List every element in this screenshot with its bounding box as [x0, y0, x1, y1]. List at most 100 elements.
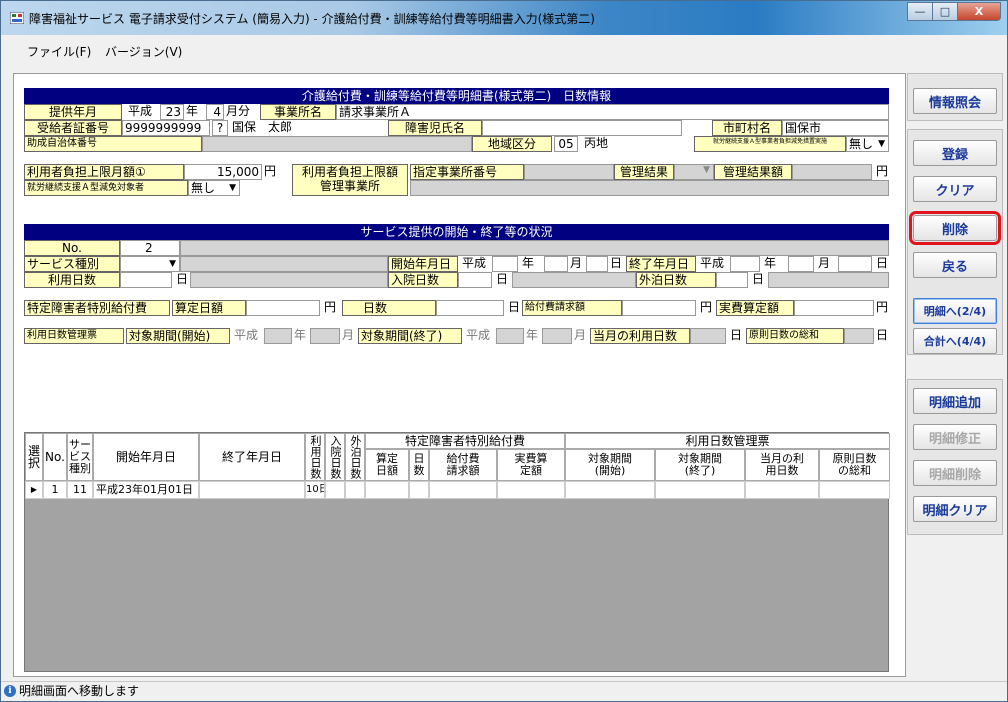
overnight-days-field[interactable]	[716, 272, 748, 288]
close-button[interactable]: X	[957, 2, 1001, 21]
a-type-select[interactable]: 無し ▼	[188, 180, 240, 196]
year-unit: 年	[186, 104, 199, 118]
limit-office-label: 利用者負担上限額 管理事業所	[292, 164, 408, 196]
table-row-period-end[interactable]	[655, 481, 745, 499]
period-start-month	[310, 328, 340, 344]
hosp-days-label: 入院日数	[388, 272, 458, 288]
designated-no-label: 指定事業所番号	[410, 164, 524, 180]
col-calc-daily: 算定日額	[365, 449, 409, 481]
benefit-claim-yen: 円	[700, 300, 713, 314]
no-row-filler	[180, 240, 889, 256]
table-row-calc-daily[interactable]	[365, 481, 409, 499]
recipient-no-label: 受給者証番号	[24, 120, 122, 136]
exempt-label: 就労継続支援Ａ型事業者負担減免措置実施	[694, 136, 846, 152]
office-name-field[interactable]: 請求事業所Ａ	[336, 104, 889, 120]
period-end-month-unit: 月	[574, 328, 587, 342]
table-row-days[interactable]	[409, 481, 429, 499]
side-group-detail: 明細追加 明細修正 明細削除 明細クリア	[907, 379, 1003, 535]
service-type-select[interactable]: ▼	[120, 256, 180, 272]
child-name-label: 障害児氏名	[388, 120, 482, 136]
table-row-no[interactable]: 1	[43, 481, 67, 499]
region-name: 丙地	[584, 136, 609, 150]
exempt-select[interactable]: 無し ▼	[846, 136, 889, 152]
service-type-label: サービス種別	[24, 256, 120, 272]
period-start-year	[264, 328, 292, 344]
menu-file[interactable]: ファイル(F)	[27, 43, 91, 60]
region-label: 地域区分	[472, 136, 552, 152]
table-row-use-days[interactable]: 10日	[305, 481, 325, 499]
col-service-type: サービス種別	[67, 433, 93, 481]
actual-calc-field[interactable]	[794, 300, 874, 316]
use-days-field[interactable]	[120, 272, 172, 288]
table-row-start[interactable]: 平成23年01月01日	[93, 481, 199, 499]
section-header-service: サービス提供の開始・終了等の状況	[24, 224, 889, 240]
to-detail-button[interactable]: 明細へ(2/4)	[913, 298, 997, 324]
overnight-days-label: 外泊日数	[636, 272, 716, 288]
register-button[interactable]: 登録	[913, 140, 997, 166]
table-row-principle-total[interactable]	[819, 481, 890, 499]
start-day-field[interactable]	[586, 256, 608, 272]
benefit-claim-label: 給付費請求額	[522, 300, 622, 316]
end-date-label: 終了年月日	[626, 256, 696, 272]
mgmt-result-amount-label: 管理結果額	[714, 164, 792, 180]
add-detail-button[interactable]: 明細追加	[913, 388, 997, 414]
delete-button[interactable]: 削除	[909, 211, 1001, 245]
table-row-period-start[interactable]	[565, 481, 655, 499]
menu-version[interactable]: バージョン(V)	[105, 43, 182, 60]
end-year-field[interactable]	[730, 256, 760, 272]
use-days-filler	[190, 272, 388, 288]
days-field[interactable]	[436, 300, 504, 316]
detail-grid[interactable]: 選択 No. サービス種別 開始年月日 終了年月日 利用日数 入院日数 外泊日数…	[24, 432, 890, 672]
start-date-label: 開始年月日	[388, 256, 458, 272]
clear-detail-button[interactable]: 明細クリア	[913, 496, 997, 522]
side-group-info: 情報照会	[907, 73, 1003, 121]
info-inquiry-button[interactable]: 情報照会	[913, 88, 997, 114]
section-header-days: 介護給付費・訓練等給付費等明細書(様式第二) 日数情報	[24, 88, 889, 104]
month-field[interactable]: 4	[206, 104, 224, 120]
table-row-end[interactable]	[199, 481, 305, 499]
table-row-month-use[interactable]	[745, 481, 819, 499]
end-day-field[interactable]	[838, 256, 872, 272]
delete-detail-button[interactable]: 明細削除	[913, 460, 997, 486]
start-month-unit: 月	[570, 256, 583, 270]
designated-no-field	[524, 164, 614, 180]
recipient-no-field[interactable]: 9999999999	[122, 120, 210, 136]
end-month-field[interactable]	[788, 256, 814, 272]
child-name-field[interactable]	[482, 120, 682, 136]
table-row-benefit-claim[interactable]	[429, 481, 497, 499]
actual-calc-label: 実費算定額	[716, 300, 794, 316]
row-marker-icon[interactable]: ▶	[25, 481, 43, 499]
days-unit: 日	[508, 300, 521, 314]
calc-daily-field[interactable]	[246, 300, 320, 316]
back-button[interactable]: 戻る	[913, 252, 997, 278]
col-principle-total: 原則日数の総和	[819, 449, 890, 481]
table-row-type[interactable]: 11	[67, 481, 93, 499]
minimize-button[interactable]: —	[907, 2, 933, 21]
table-row-actual-calc[interactable]	[497, 481, 565, 499]
month-use-field	[690, 328, 726, 344]
col-group-mgmt: 利用日数管理票	[565, 433, 890, 449]
clear-button[interactable]: クリア	[913, 176, 997, 202]
mgmt-result-label: 管理結果	[614, 164, 674, 180]
to-total-button[interactable]: 合計へ(4/4)	[913, 328, 997, 354]
year-field[interactable]: 23	[160, 104, 184, 120]
col-overnight-days: 外泊日数	[345, 433, 365, 481]
month-use-label: 当月の利用日数	[590, 328, 690, 344]
start-year-field[interactable]	[492, 256, 518, 272]
maximize-button[interactable]: □	[932, 2, 958, 21]
month-use-unit: 日	[730, 328, 743, 342]
benefit-claim-field[interactable]	[622, 300, 696, 316]
side-group-actions: 登録 クリア 削除 戻る 明細へ(2/4) 合計へ(4/4)	[907, 129, 1003, 355]
table-row-overnight-days[interactable]	[345, 481, 365, 499]
table-row-hosp-days[interactable]	[325, 481, 345, 499]
edit-detail-button[interactable]: 明細修正	[913, 424, 997, 450]
limit-label: 利用者負担上限月額①	[24, 164, 184, 180]
period-end-year	[496, 328, 524, 344]
limit-field[interactable]: 15,000	[184, 164, 262, 180]
city-field[interactable]: 国保市	[782, 120, 889, 136]
end-era: 平成	[700, 256, 725, 270]
search-recipient-button[interactable]: ?	[212, 120, 228, 136]
hosp-days-field[interactable]	[458, 272, 492, 288]
start-month-field[interactable]	[544, 256, 568, 272]
start-day-unit: 日	[610, 256, 623, 270]
